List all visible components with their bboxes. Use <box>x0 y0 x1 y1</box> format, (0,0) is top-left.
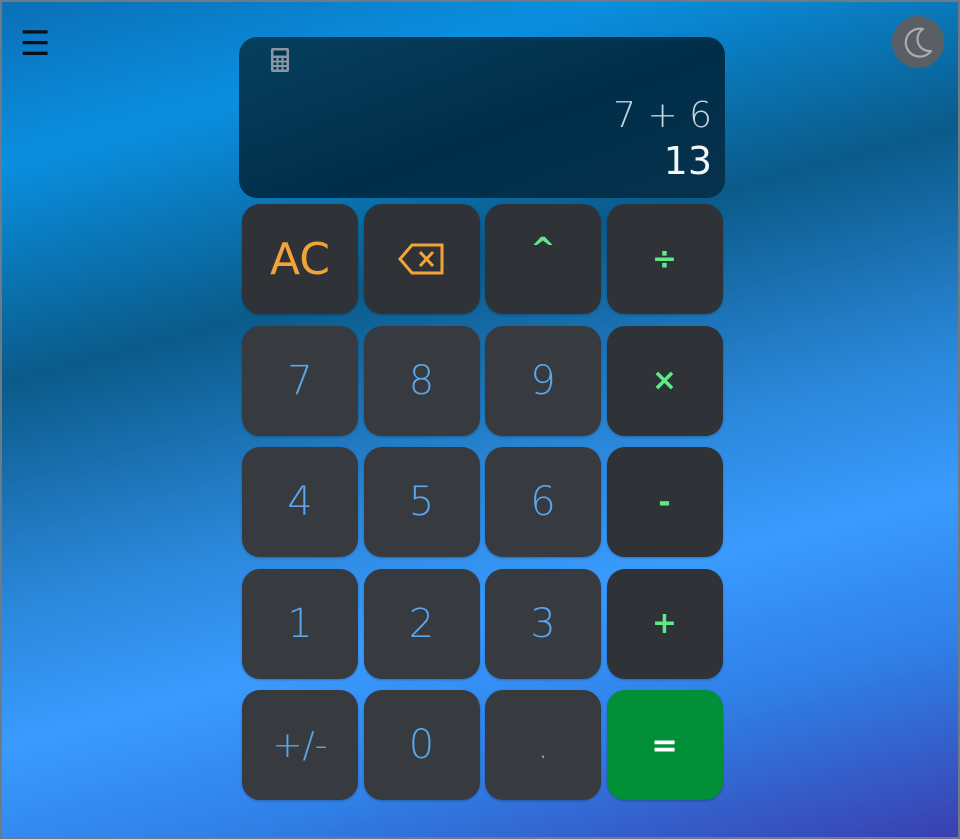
digit-5-button[interactable]: 5 <box>363 447 480 557</box>
equals-button[interactable]: = <box>606 690 723 800</box>
power-button[interactable]: ^ <box>485 204 601 314</box>
moon-icon <box>904 27 933 58</box>
keypad: AC ^ ÷ 7 8 9 × 4 5 6 - 1 2 3 + +/- 0 . = <box>242 204 723 800</box>
clear-button[interactable]: AC <box>242 204 358 314</box>
expression-text: 7 + 6 <box>613 95 712 136</box>
digit-2-button[interactable]: 2 <box>363 568 480 679</box>
digit-8-button[interactable]: 8 <box>363 325 480 436</box>
digit-6-button[interactable]: 6 <box>485 447 601 557</box>
backspace-button[interactable] <box>363 204 480 314</box>
theme-toggle-button[interactable] <box>892 16 944 68</box>
toggle-sign-button[interactable]: +/- <box>242 690 358 800</box>
decimal-button[interactable]: . <box>485 690 601 800</box>
calculator-icon <box>271 48 289 72</box>
result-text: 13 <box>663 139 712 183</box>
menu-button[interactable]: ☰ <box>20 26 52 62</box>
backspace-icon <box>397 243 443 275</box>
digit-9-button[interactable]: 9 <box>485 325 601 436</box>
digit-1-button[interactable]: 1 <box>242 568 358 679</box>
digit-7-button[interactable]: 7 <box>242 325 358 436</box>
calculator-display: 7 + 6 13 <box>239 37 725 198</box>
multiply-button[interactable]: × <box>606 325 723 436</box>
digit-3-button[interactable]: 3 <box>485 568 601 679</box>
divide-button[interactable]: ÷ <box>606 204 723 314</box>
digit-4-button[interactable]: 4 <box>242 447 358 557</box>
plus-button[interactable]: + <box>606 568 723 679</box>
minus-button[interactable]: - <box>606 447 723 557</box>
digit-0-button[interactable]: 0 <box>363 690 480 800</box>
